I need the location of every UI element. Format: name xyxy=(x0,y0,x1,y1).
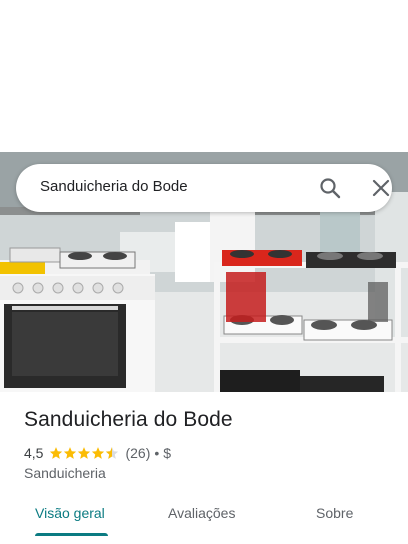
top-blank-area xyxy=(0,0,408,152)
search-icon[interactable] xyxy=(318,176,342,200)
close-icon[interactable] xyxy=(369,176,393,200)
search-input[interactable]: Sanduicheria do Bode xyxy=(40,178,188,195)
separator: • xyxy=(154,445,160,461)
price-level: $ xyxy=(163,445,172,461)
star-rating xyxy=(49,446,119,460)
star-icon xyxy=(92,447,105,459)
star-icon xyxy=(78,447,91,459)
search-bar[interactable]: Sanduicheria do Bode xyxy=(16,164,392,212)
tab-reviews[interactable]: Avaliações xyxy=(168,505,235,521)
review-count[interactable]: (26) xyxy=(125,445,150,461)
tab-about[interactable]: Sobre xyxy=(316,505,353,521)
star-icon xyxy=(64,447,77,459)
place-name: Sanduicheria do Bode xyxy=(24,408,233,431)
star-half-icon xyxy=(106,447,119,459)
star-icon xyxy=(50,447,63,459)
active-tab-indicator xyxy=(35,533,108,536)
tab-bar: Visão geral Avaliações Sobre xyxy=(0,496,408,544)
rating-value: 4,5 xyxy=(24,445,44,461)
tab-overview[interactable]: Visão geral xyxy=(35,505,105,521)
rating-row[interactable]: 4,5 (26) • $ xyxy=(24,444,171,462)
place-category: Sanduicheria xyxy=(24,465,106,481)
